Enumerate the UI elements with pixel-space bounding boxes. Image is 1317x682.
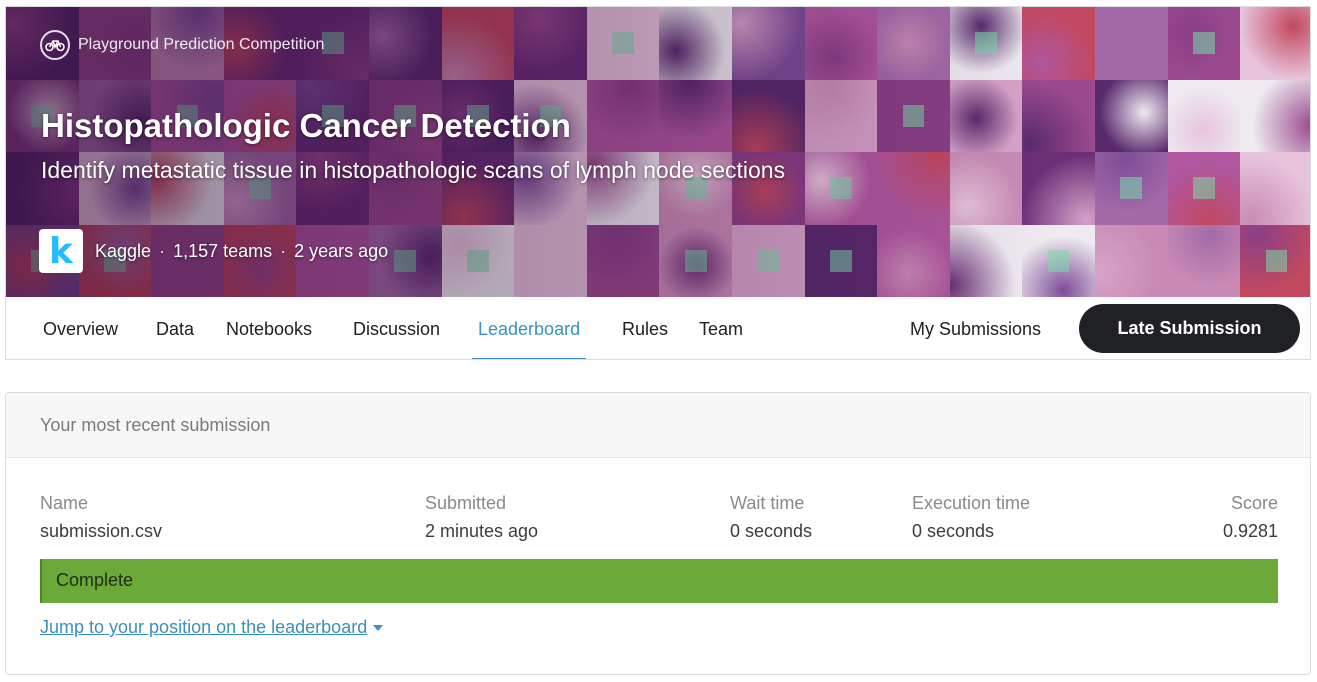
caret-down-icon: [373, 624, 384, 631]
tab-team[interactable]: Team: [699, 297, 743, 359]
name-value: submission.csv: [40, 521, 163, 541]
separator-dot: ·: [280, 240, 287, 261]
execution-time-value: 0 seconds: [912, 521, 995, 541]
tab-data[interactable]: Data: [156, 297, 194, 359]
submission-name-column: Name submission.csv: [40, 493, 162, 542]
competition-nav: Overview Data Notebooks Discussion Leade…: [6, 297, 1310, 359]
late-submission-button[interactable]: Late Submission: [1079, 304, 1300, 353]
submission-card-header: Your most recent submission: [6, 393, 1310, 458]
host-name[interactable]: Kaggle: [95, 241, 151, 262]
submission-card-title: Your most recent submission: [40, 415, 271, 435]
host-info: k Kaggle · 1,157 teams · 2 years ago: [39, 229, 388, 273]
bicycle-icon: [40, 30, 70, 60]
status-bar: Complete: [40, 559, 1278, 603]
tab-discussion[interactable]: Discussion: [353, 297, 440, 359]
tab-overview[interactable]: Overview: [43, 297, 118, 359]
wait-time-column: Wait time 0 seconds: [730, 493, 812, 542]
my-submissions-link[interactable]: My Submissions: [910, 297, 1041, 359]
team-count: 1,157 teams: [173, 240, 273, 261]
competition-header: Playground Prediction Competition Histop…: [5, 6, 1311, 360]
submitted-label: Submitted: [425, 493, 507, 513]
kaggle-logo-icon[interactable]: k: [39, 229, 83, 273]
submitted-value: 2 minutes ago: [425, 521, 539, 541]
competition-age: 2 years ago: [294, 240, 389, 261]
recent-submission-card: Your most recent submission Name submiss…: [5, 392, 1311, 675]
score-value: 0.9281: [1222, 521, 1278, 541]
execution-time-column: Execution time 0 seconds: [912, 493, 1030, 542]
wait-time-value: 0 seconds: [730, 521, 813, 541]
tab-leaderboard[interactable]: Leaderboard: [472, 297, 587, 359]
active-tab-indicator: [472, 358, 587, 359]
execution-time-label: Execution time: [912, 493, 1031, 513]
separator-dot: ·: [159, 240, 166, 261]
competition-type: Playground Prediction Competition: [40, 30, 325, 60]
jump-to-leaderboard-link[interactable]: Jump to your position on the leaderboard: [40, 617, 384, 638]
competition-subtitle: Identify metastatic tissue in histopatho…: [41, 157, 786, 183]
competition-title: Histopathologic Cancer Detection: [41, 107, 571, 144]
tab-rules[interactable]: Rules: [622, 297, 668, 359]
wait-time-label: Wait time: [730, 493, 805, 513]
banner-image: Playground Prediction Competition Histop…: [6, 7, 1310, 297]
submitted-column: Submitted 2 minutes ago: [425, 493, 538, 542]
tab-notebooks[interactable]: Notebooks: [226, 297, 312, 359]
status-text: Complete: [56, 570, 134, 590]
name-label: Name: [40, 493, 89, 513]
jump-link-label: Jump to your position on the leaderboard: [40, 617, 368, 637]
host-meta: Kaggle · 1,157 teams · 2 years ago: [95, 241, 388, 262]
score-column: Score 0.9281: [1223, 493, 1278, 542]
score-label: Score: [1230, 493, 1278, 513]
competition-type-label: Playground Prediction Competition: [78, 36, 325, 53]
